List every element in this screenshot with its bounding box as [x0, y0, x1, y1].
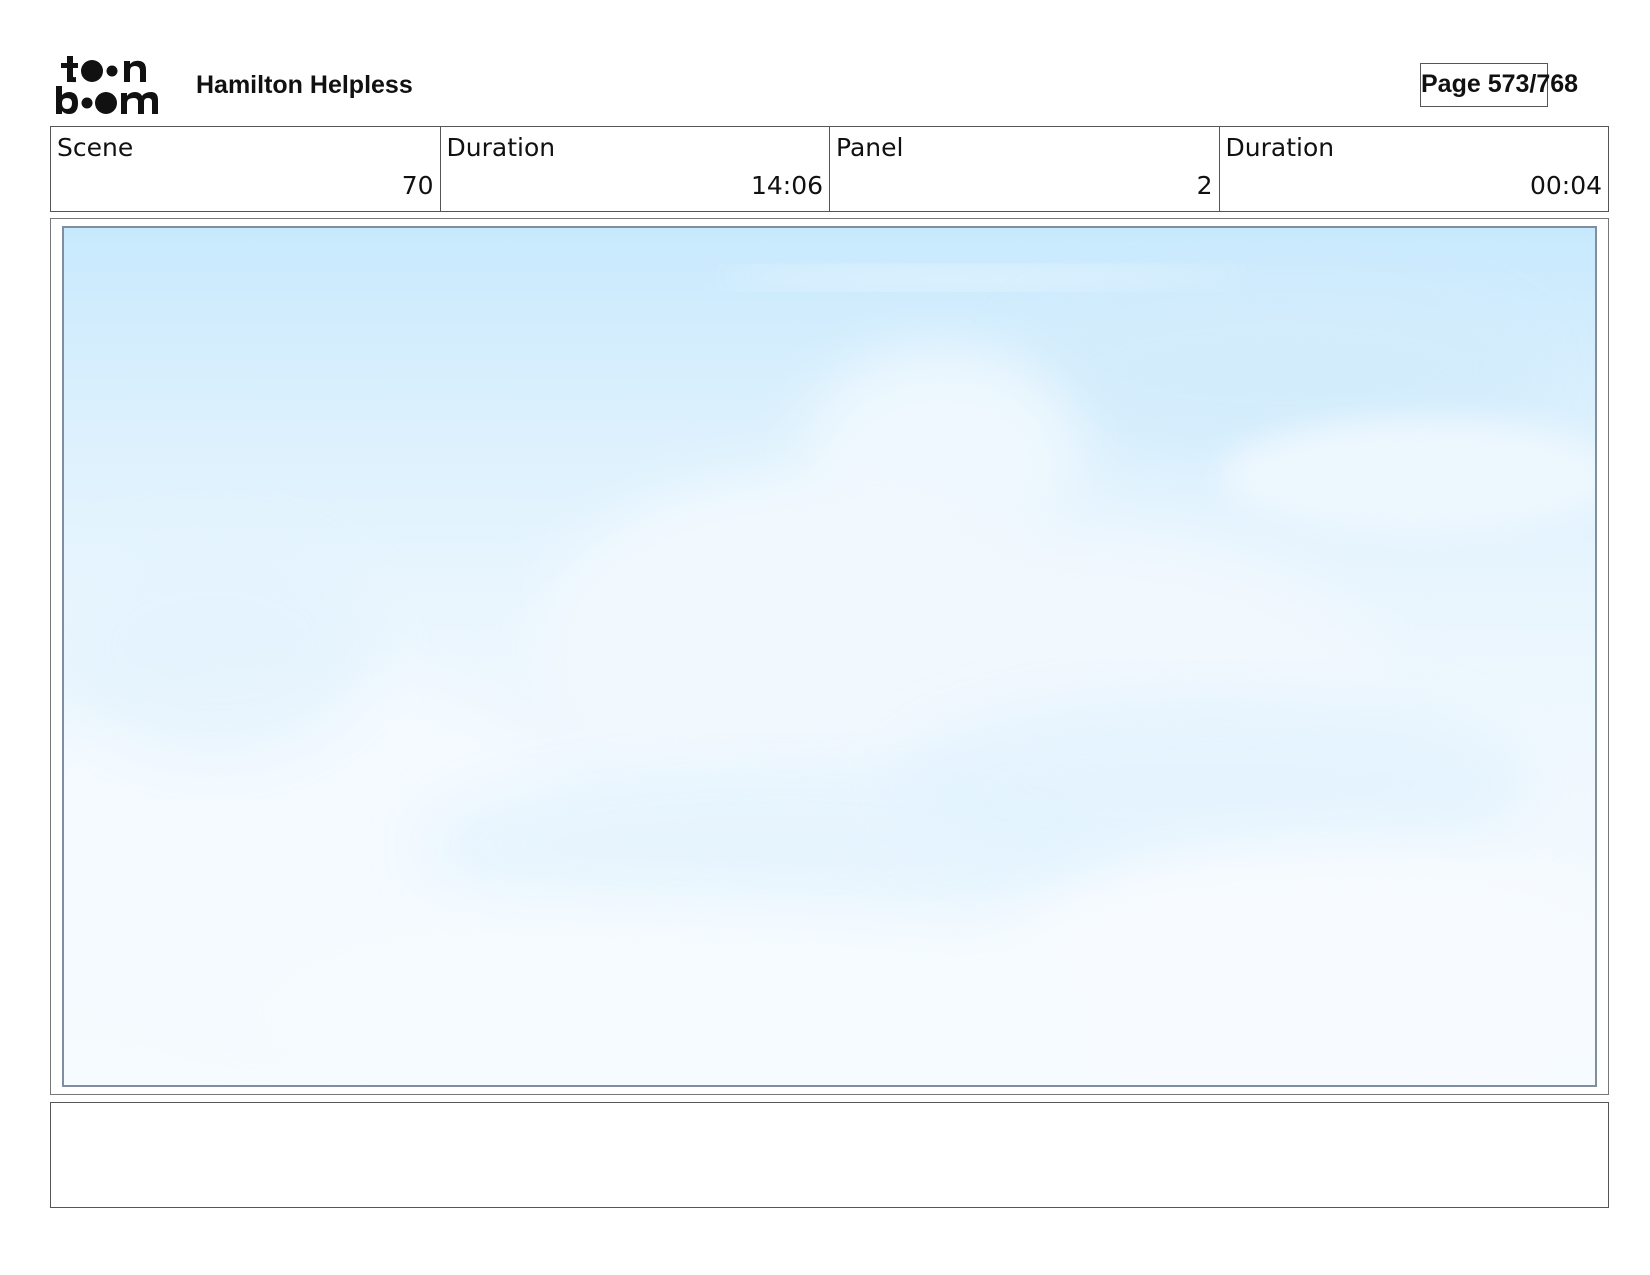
panel-cell: Panel 2 [830, 127, 1220, 211]
panel-value: 2 [1196, 171, 1213, 200]
scene-info-table: Scene 70 Duration 14:06 Panel 2 Duration… [50, 126, 1609, 212]
toon-boom-logo [54, 54, 172, 116]
scene-duration-cell: Duration 14:06 [441, 127, 830, 211]
panel-duration-label: Duration [1225, 133, 1335, 162]
panel-frame [50, 218, 1609, 1095]
project-title: Hamilton Helpless [196, 71, 413, 99]
panel-image [62, 226, 1597, 1087]
scene-value: 70 [401, 171, 434, 200]
panel-notes-box [50, 1102, 1609, 1208]
panel-duration-cell: Duration 00:04 [1220, 127, 1609, 211]
panel-label: Panel [836, 133, 904, 162]
scene-duration-value: 14:06 [750, 171, 823, 200]
sky-clouds-illustration [64, 267, 1595, 1085]
panel-duration-value: 00:04 [1529, 171, 1602, 200]
page-indicator: Page 573/768 [1420, 63, 1578, 107]
scene-label: Scene [57, 133, 134, 162]
scene-duration-label: Duration [446, 133, 556, 162]
scene-cell: Scene 70 [51, 127, 441, 211]
logo-icon [56, 56, 158, 114]
